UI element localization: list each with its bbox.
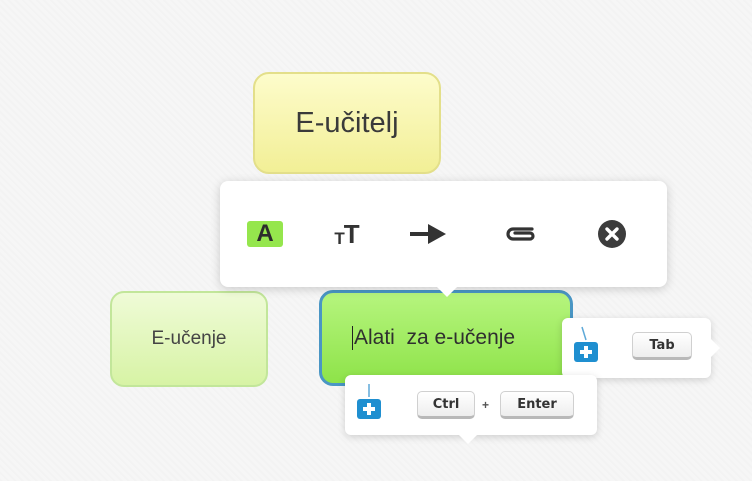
tab-key: Tab [632, 332, 692, 360]
node-e-ucenje-label: E-učenje [151, 328, 227, 349]
selected-node-label: Alati za e-učenje [354, 326, 516, 349]
arrow-icon [410, 224, 446, 244]
node-toolbar: A TT [220, 181, 667, 297]
ctrl-key: Ctrl [417, 391, 475, 419]
close-toolbar-button[interactable] [590, 212, 634, 256]
node-e-ucenje[interactable]: E-učenje [110, 291, 268, 387]
tab-key-label: Tab [649, 337, 675, 353]
text-cursor [352, 326, 353, 350]
close-icon [598, 220, 626, 248]
root-node-label: E-učitelj [295, 106, 399, 139]
text-color-button[interactable]: A [243, 212, 287, 256]
text-size-big-glyph: T [343, 219, 360, 249]
shortcut-plus: + [482, 398, 490, 412]
text-size-button[interactable]: TT [325, 212, 369, 256]
connect-arrow-button[interactable] [406, 212, 450, 256]
selected-node[interactable]: Alati za e-učenje [319, 290, 573, 386]
attachment-button[interactable] [499, 212, 543, 256]
text-color-glyph: A [256, 220, 274, 247]
text-size-icon: TT [334, 221, 359, 247]
text-color-icon: A [247, 221, 283, 247]
add-child-hint: Tab [562, 318, 720, 378]
enter-key: Enter [500, 391, 574, 419]
add-child-node-icon[interactable] [571, 326, 601, 366]
add-sibling-hint: Ctrl + Enter [345, 375, 597, 444]
add-sibling-node-icon[interactable] [354, 383, 384, 423]
ctrl-key-label: Ctrl [432, 396, 460, 412]
enter-key-label: Enter [517, 396, 557, 412]
attachment-icon [506, 227, 535, 241]
root-node[interactable]: E-učitelj [253, 72, 441, 174]
